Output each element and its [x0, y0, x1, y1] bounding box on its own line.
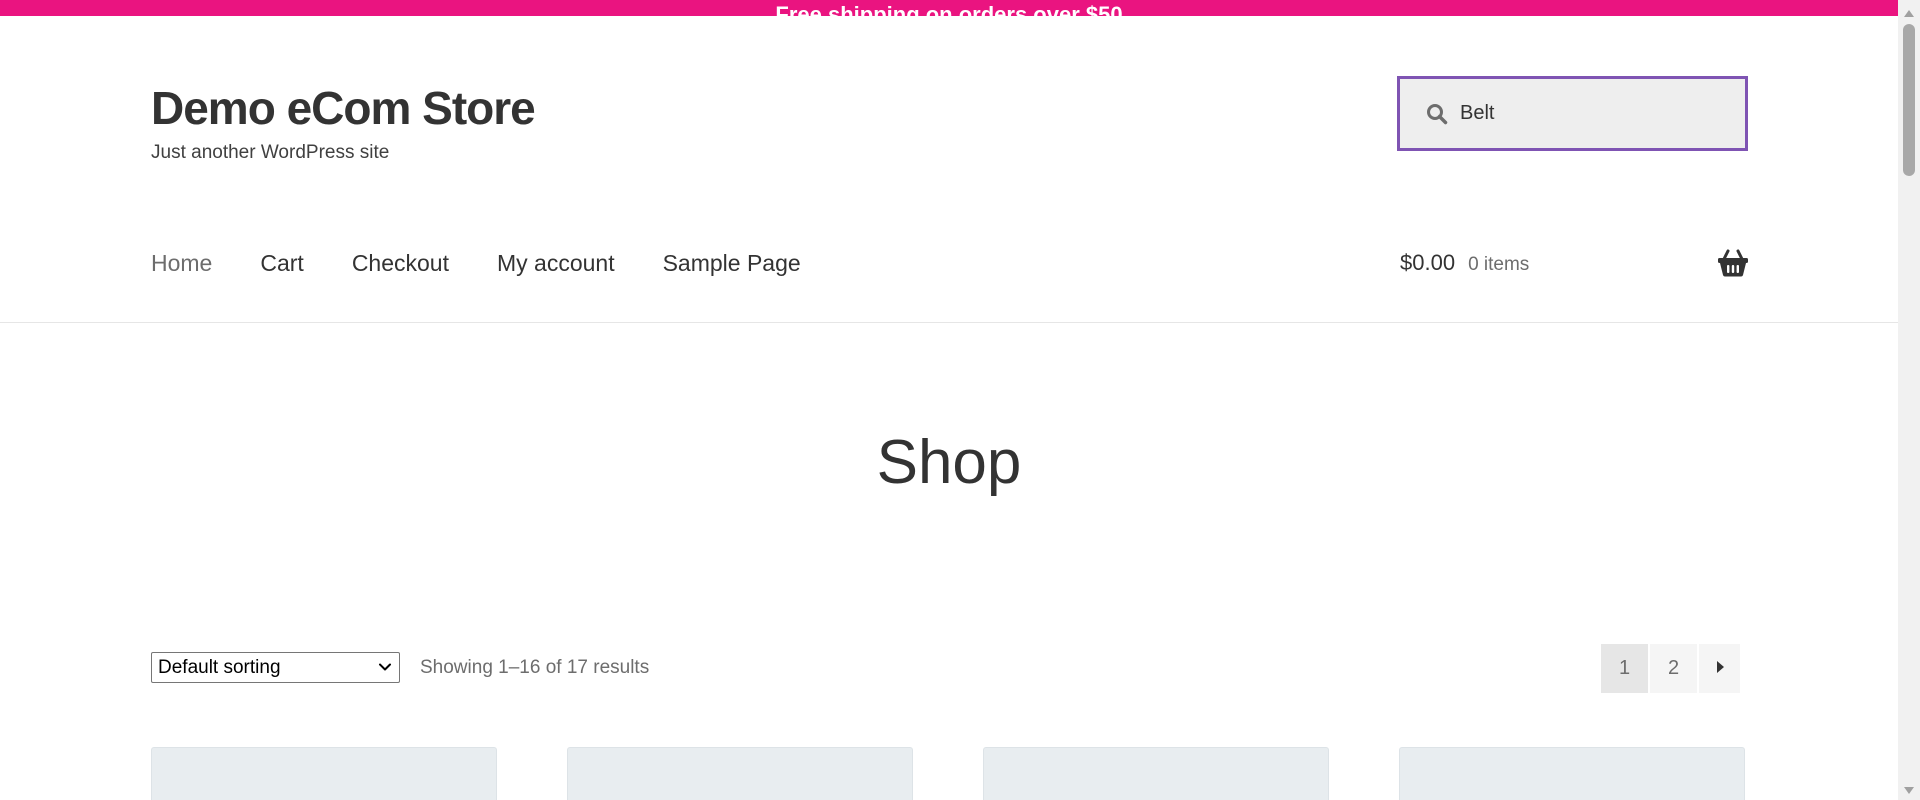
search-icon — [1424, 101, 1450, 127]
cart-summary[interactable]: $0.00 0 items — [1400, 250, 1529, 276]
cart-count: 0 items — [1468, 254, 1530, 275]
page: Free shipping on orders over $50 Demo eC… — [0, 0, 1920, 800]
product-card[interactable] — [1399, 747, 1745, 800]
next-page-button[interactable] — [1699, 644, 1740, 693]
cart-amount: $0.00 — [1400, 250, 1456, 275]
chevron-right-icon — [1714, 657, 1726, 680]
product-card[interactable] — [151, 747, 497, 800]
basket-icon[interactable] — [1717, 248, 1749, 278]
pagination: 1 2 — [1601, 644, 1740, 693]
scrollbar-thumb[interactable] — [1903, 24, 1915, 176]
search-box[interactable] — [1397, 76, 1748, 151]
header-divider — [0, 322, 1898, 323]
promo-bar: Free shipping on orders over $50 — [0, 0, 1898, 16]
scroll-up-icon[interactable] — [1903, 5, 1915, 17]
scroll-down-icon[interactable] — [1903, 783, 1915, 794]
nav-item-home[interactable]: Home — [151, 248, 212, 278]
results-count: Showing 1–16 of 17 results — [420, 657, 650, 678]
site-tagline: Just another WordPress site — [151, 142, 390, 163]
product-card[interactable] — [983, 747, 1329, 800]
page-button-1[interactable]: 1 — [1601, 644, 1648, 693]
primary-nav: Home Cart Checkout My account Sample Pag… — [151, 248, 849, 278]
site-title[interactable]: Demo eCom Store — [151, 80, 536, 136]
nav-item-cart[interactable]: Cart — [260, 248, 303, 278]
promo-text: Free shipping on orders over $50 — [775, 2, 1123, 17]
nav-item-checkout[interactable]: Checkout — [352, 248, 449, 278]
sort-select-value: Default sorting — [158, 656, 281, 678]
vertical-scrollbar[interactable] — [1898, 0, 1920, 800]
nav-item-sample-page[interactable]: Sample Page — [663, 248, 801, 278]
search-input[interactable] — [1460, 93, 1740, 134]
product-card[interactable] — [567, 747, 913, 800]
nav-item-my-account[interactable]: My account — [497, 248, 615, 278]
chevron-down-icon — [377, 659, 393, 675]
page-button-2[interactable]: 2 — [1650, 644, 1697, 693]
sort-select[interactable]: Default sorting — [151, 652, 400, 683]
page-title: Shop — [876, 428, 1022, 497]
